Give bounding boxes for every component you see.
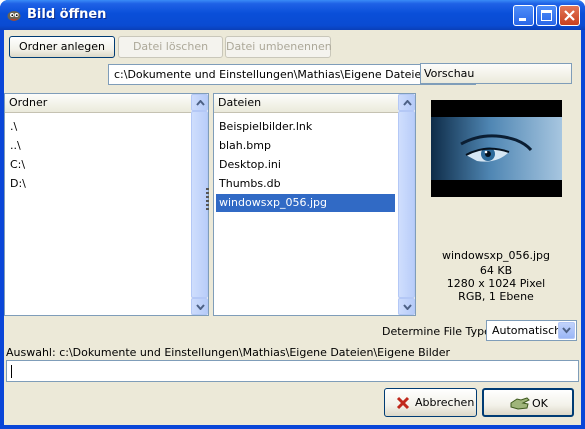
minimize-button[interactable] — [513, 5, 534, 26]
scroll-thumb[interactable] — [398, 111, 415, 298]
chevron-down-icon — [403, 304, 412, 310]
chevron-down-icon — [196, 304, 205, 310]
file-type-value: Automatisch — [492, 324, 562, 337]
rename-file-label: Datei umbenennen — [226, 40, 332, 53]
preview-dimensions: 1280 x 1024 Pixel — [446, 277, 546, 290]
list-item-selected[interactable]: windowsxp_056.jpg — [216, 194, 395, 212]
maximize-icon — [541, 10, 552, 21]
list-item[interactable]: Beispielbilder.lnk — [216, 118, 312, 136]
delete-file-label: Datei löschen — [132, 40, 209, 53]
preview-filename: windowsxp_056.jpg — [442, 249, 550, 262]
chevron-down-icon — [562, 327, 571, 334]
cancel-label: Abbrechen — [415, 396, 475, 409]
cancel-button[interactable]: Abbrechen — [384, 388, 477, 417]
list-item[interactable]: C:\ — [7, 156, 25, 174]
new-folder-button[interactable]: Ordner anlegen — [9, 36, 115, 58]
folder-pane: Ordner .\ ..\ C:\ D:\ — [4, 93, 209, 316]
file-scrollbar[interactable] — [398, 94, 415, 315]
ok-hand-icon — [510, 397, 530, 410]
minimize-icon — [519, 18, 526, 21]
close-icon — [564, 10, 575, 21]
gimp-app-icon — [7, 11, 21, 21]
preview-header-label: Vorschau — [424, 67, 475, 80]
list-item[interactable]: .\ — [7, 118, 17, 136]
preview-header-button[interactable]: Vorschau — [420, 63, 572, 84]
window-frame-right — [581, 30, 585, 429]
selection-input[interactable] — [6, 360, 579, 382]
file-header-label: Dateien — [218, 96, 262, 109]
text-cursor — [11, 365, 12, 378]
file-column-header[interactable]: Dateien — [214, 94, 398, 113]
close-button[interactable] — [559, 5, 580, 26]
ok-label: OK — [532, 397, 548, 410]
window-title: Bild öffnen — [27, 7, 107, 22]
file-pane: Dateien Beispielbilder.lnk blah.bmp Desk… — [213, 93, 416, 316]
chevron-up-icon — [403, 100, 412, 106]
chevron-up-icon — [196, 100, 205, 106]
list-item[interactable]: Thumbs.db — [216, 175, 281, 193]
ok-button[interactable]: OK — [482, 388, 574, 417]
file-type-label: Determine File Type: — [382, 325, 495, 338]
file-type-dropdown[interactable] — [558, 322, 575, 339]
preview-filesize: 64 KB — [479, 264, 513, 277]
rename-file-button[interactable]: Datei umbenennen — [225, 36, 332, 58]
selection-label: Auswahl: c:\Dokumente und Einstellungen\… — [6, 346, 451, 359]
cancel-icon — [396, 396, 410, 410]
window-frame-left — [0, 30, 4, 429]
title-bar[interactable]: Bild öffnen — [0, 0, 585, 30]
maximize-button[interactable] — [536, 5, 557, 26]
scroll-down-button[interactable] — [398, 298, 415, 315]
scroll-up-button[interactable] — [398, 94, 415, 111]
window-frame-bottom — [0, 425, 585, 429]
list-item[interactable]: ..\ — [7, 137, 21, 155]
file-type-combo[interactable]: Automatisch — [486, 320, 577, 341]
list-item[interactable]: Desktop.ini — [216, 156, 281, 174]
list-item[interactable]: D:\ — [7, 175, 26, 193]
new-folder-label: Ordner anlegen — [19, 40, 105, 53]
preview-mode: RGB, 1 Ebene — [458, 290, 534, 303]
pane-resize-handle[interactable] — [206, 188, 209, 212]
scroll-up-button[interactable] — [191, 94, 208, 111]
delete-file-button[interactable]: Datei löschen — [118, 36, 223, 58]
preview-thumbnail — [431, 100, 562, 197]
scroll-down-button[interactable] — [191, 298, 208, 315]
list-item[interactable]: blah.bmp — [216, 137, 271, 155]
folder-header-label: Ordner — [9, 96, 48, 109]
folder-column-header[interactable]: Ordner — [5, 94, 191, 113]
